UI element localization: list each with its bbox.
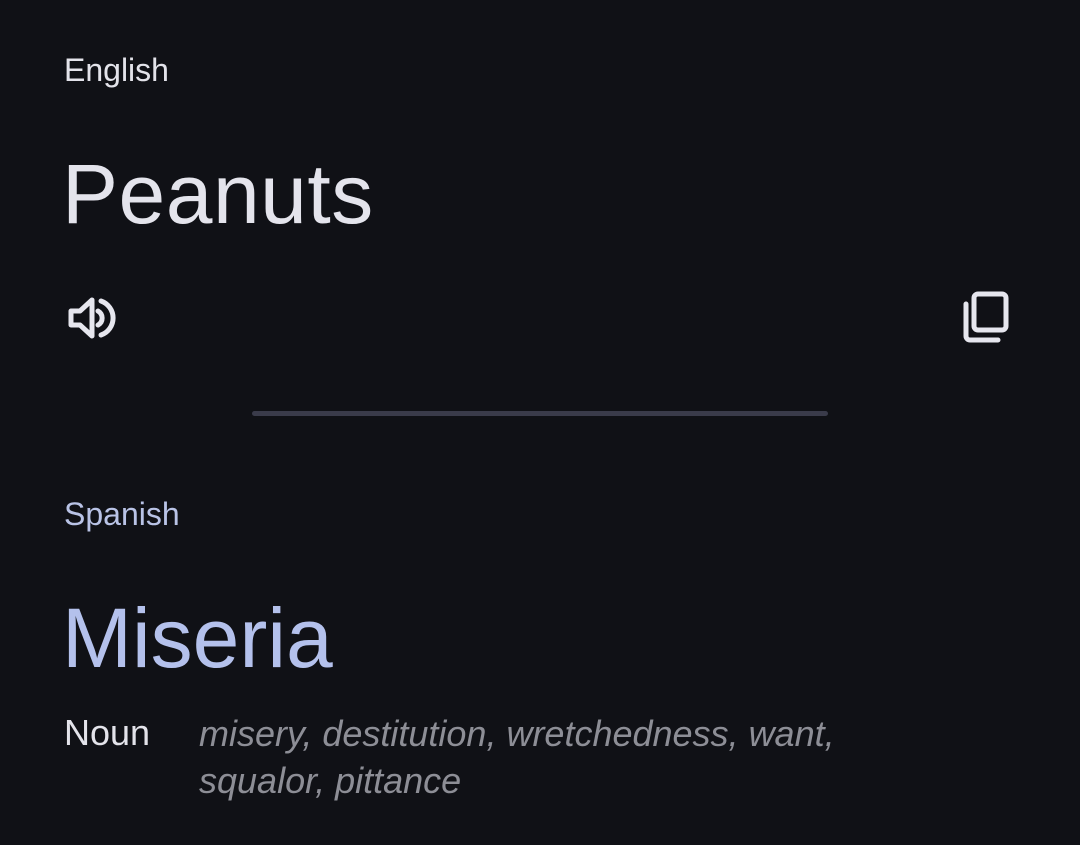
copy-icon [963,291,1009,343]
part-of-speech-label: Noun [64,712,151,753]
listen-button[interactable] [63,290,119,346]
copy-button[interactable] [957,289,1013,345]
speaker-icon [68,297,116,339]
target-language-label: Spanish [64,496,180,532]
translated-text[interactable]: Miseria [62,590,333,687]
source-language-label: English [64,52,169,88]
source-text[interactable]: Peanuts [62,146,374,243]
section-divider [252,411,828,416]
synonym-list: misery, destitution, wretchedness, want,… [199,713,835,801]
translation-card: English Peanuts Spanish Miseria Noun mis… [0,0,1080,845]
